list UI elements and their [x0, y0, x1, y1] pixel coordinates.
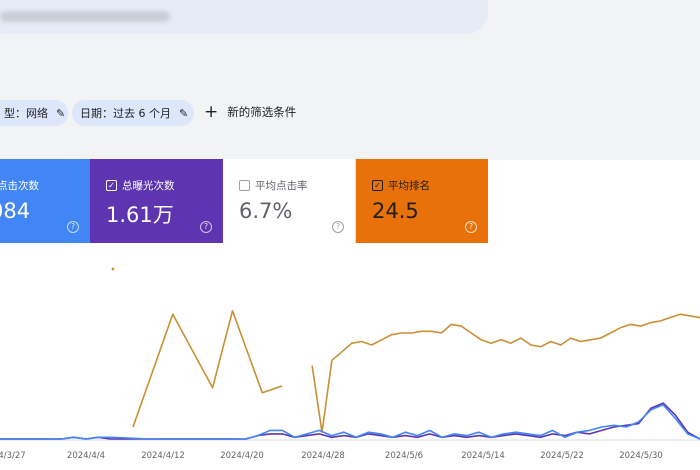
metric-position-label-text: 平均排名: [388, 180, 430, 192]
position-series-line: [311, 313, 700, 433]
plus-icon: +: [204, 102, 219, 122]
metric-clicks-label-text: 点击次数: [0, 180, 39, 192]
metric-value-clicks: 084: [0, 199, 31, 223]
checkbox-icon[interactable]: ✓: [372, 180, 383, 191]
x-tick-label: 2024/5/30: [619, 451, 663, 461]
metric-card-impressions[interactable]: ✓ 总曝光次数 1.61万 ?: [90, 159, 223, 243]
blurred-site-url: [0, 11, 170, 22]
x-tick-label: 2024/4/20: [220, 451, 264, 461]
pencil-icon[interactable]: ✎: [179, 107, 188, 120]
help-icon[interactable]: ?: [465, 221, 477, 233]
search-bar[interactable]: [0, 0, 488, 34]
x-tick-label: 2024/4/4: [67, 451, 105, 461]
x-tick-label: 2024/5/22: [540, 451, 584, 461]
help-icon[interactable]: ?: [200, 221, 212, 233]
help-icon[interactable]: ?: [67, 221, 79, 233]
performance-chart[interactable]: 4/3/27 2024/4/4 2024/4/12 2024/4/20 2024/4/2…: [0, 243, 700, 470]
metric-label-impressions: ✓ 总曝光次数: [106, 178, 175, 193]
clicks-series-line: [0, 404, 700, 440]
filter-chip-type[interactable]: 型：网络 ✎: [0, 100, 68, 126]
metric-label-ctr: 平均点击率: [239, 178, 308, 193]
impressions-series-line: [0, 402, 700, 440]
metric-impressions-label-text: 总曝光次数: [122, 180, 175, 192]
checkbox-icon[interactable]: [239, 180, 250, 191]
help-icon[interactable]: ?: [332, 221, 344, 233]
x-tick-label: 2024/5/14: [461, 451, 505, 461]
pencil-icon[interactable]: ✎: [56, 107, 65, 120]
metric-label-clicks: 点击次数: [0, 178, 39, 193]
new-filter-button[interactable]: + 新的筛选条件: [204, 102, 297, 122]
x-tick-label: 2024/4/28: [301, 451, 345, 461]
metric-value-position: 24.5: [372, 199, 419, 223]
position-outlier-dot: [111, 267, 115, 271]
checkbox-icon[interactable]: ✓: [106, 180, 117, 191]
filter-chip-date-label: 日期：过去 6 个月: [80, 107, 171, 120]
new-filter-label: 新的筛选条件: [227, 105, 297, 119]
metric-label-position: ✓ 平均排名: [372, 178, 430, 193]
x-tick-label: 2024/4/12: [141, 451, 185, 461]
position-series-line: [132, 310, 283, 428]
metric-value-impressions: 1.61万: [106, 203, 174, 227]
metric-card-position[interactable]: ✓ 平均排名 24.5 ?: [356, 159, 488, 243]
x-tick-label: 4/3/27: [0, 451, 26, 461]
metric-value-ctr: 6.7%: [239, 199, 293, 223]
metric-card-ctr[interactable]: 平均点击率 6.7% ?: [223, 159, 356, 243]
filter-chip-type-label: 型：网络: [4, 107, 48, 120]
x-tick-label: 2024/5/6: [385, 451, 423, 461]
metric-ctr-label-text: 平均点击率: [255, 180, 308, 192]
filter-chip-date[interactable]: 日期：过去 6 个月 ✎: [72, 100, 194, 126]
metric-card-clicks[interactable]: 点击次数 084 ?: [0, 159, 90, 243]
